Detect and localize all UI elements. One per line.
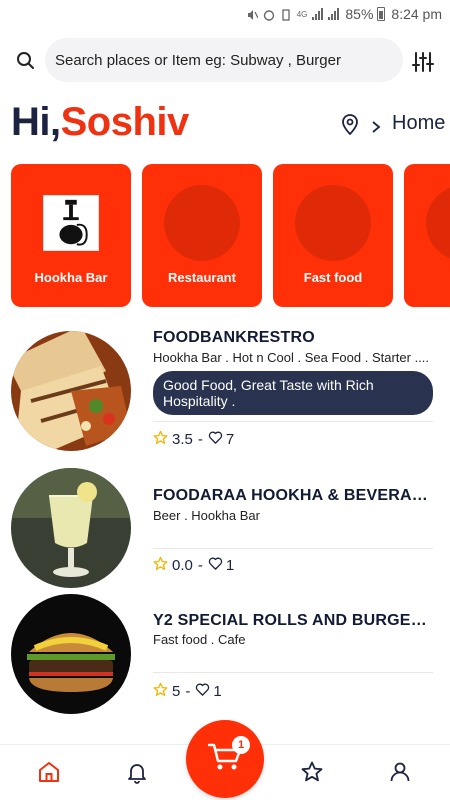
- bell-icon[interactable]: [125, 760, 149, 784]
- restaurant-name: Y2 SPECIAL ROLLS AND BURGER C...: [153, 612, 438, 629]
- category-label: Fast food: [303, 270, 363, 285]
- category-label: Hookha Bar: [34, 270, 108, 285]
- divider: [153, 421, 433, 422]
- profile-icon[interactable]: [388, 760, 412, 784]
- restaurant-categories: Beer . Hookha Bar: [153, 508, 260, 523]
- rating-value: 0.0: [172, 557, 193, 574]
- rating-value: 5: [172, 683, 181, 700]
- search-input[interactable]: Search places or Item eg: Subway , Burge…: [45, 38, 403, 82]
- category-card-restaurant[interactable]: Restaurant: [142, 164, 262, 307]
- chevron-right-icon: [370, 117, 382, 133]
- category-label: Restaurant: [168, 270, 236, 285]
- category-image: [295, 185, 371, 261]
- heart-icon[interactable]: [195, 682, 210, 701]
- location-label: Home: [392, 112, 446, 134]
- rating-separator: -: [185, 683, 191, 700]
- rating-value: 3.5: [172, 431, 193, 448]
- rating-separator: -: [197, 557, 203, 574]
- restaurant-photo-drink: [11, 468, 131, 588]
- star-nav-icon[interactable]: [300, 760, 324, 784]
- category-card-hookha-bar[interactable]: Hookha Bar: [11, 164, 131, 307]
- likes-count: 1: [213, 683, 222, 700]
- location-selector[interactable]: Home: [340, 112, 445, 135]
- divider: [153, 548, 433, 549]
- status-icons: 4G: [246, 8, 340, 21]
- home-icon[interactable]: [37, 760, 61, 784]
- star-icon: [153, 430, 168, 449]
- location-pin-icon: [340, 113, 360, 135]
- network-type: 4G: [296, 9, 308, 19]
- rating-row: 0.0 - 1: [153, 556, 234, 575]
- mute-icon: [246, 8, 259, 20]
- heart-icon[interactable]: [208, 430, 223, 449]
- signal-2-icon: [328, 8, 340, 20]
- category-card-fast-food[interactable]: Fast food: [273, 164, 393, 307]
- rating-row: 3.5 - 7: [153, 430, 234, 449]
- restaurant-name: FOODARAA HOOKHA & BEVERAGES: [153, 487, 438, 504]
- status-bar: 4G 85% 8:24 pm: [0, 0, 450, 28]
- category-image: [164, 185, 240, 261]
- greeting: Hi,Soshiv: [11, 100, 189, 145]
- restaurant-categories: Hookha Bar . Hot n Cool . Sea Food . Sta…: [153, 350, 430, 365]
- clock: 8:24 pm: [391, 6, 442, 22]
- star-icon: [153, 556, 168, 575]
- search-icon[interactable]: [14, 49, 38, 73]
- rating-row: 5 - 1: [153, 682, 222, 701]
- restaurant-photo-burger: [11, 594, 131, 714]
- cart-count-badge: 1: [232, 736, 250, 754]
- signal-icon: [312, 8, 324, 20]
- star-icon: [153, 682, 168, 701]
- category-card-more[interactable]: [404, 164, 450, 307]
- alarm-icon: [263, 8, 275, 21]
- likes-count: 7: [225, 431, 235, 448]
- battery-icon: [377, 7, 386, 21]
- likes-count: 1: [225, 557, 235, 574]
- greeting-hi: Hi,: [11, 100, 61, 144]
- restaurant-name: FOODBANKRESTRO: [153, 329, 315, 346]
- vibrate-icon: [280, 8, 292, 21]
- battery-percent: 85%: [345, 6, 374, 22]
- restaurant-tagline: Good Food, Great Taste with Rich Hospita…: [153, 371, 433, 415]
- divider: [153, 672, 433, 673]
- search-placeholder: Search places or Item eg: Subway , Burge…: [55, 51, 341, 69]
- heart-icon[interactable]: [208, 556, 223, 575]
- category-carousel[interactable]: Hookha Bar Restaurant Fast food: [11, 164, 450, 307]
- greeting-name: Soshiv: [60, 100, 190, 144]
- restaurant-photo-wraps: [11, 331, 131, 451]
- hookah-icon: [43, 195, 99, 251]
- cart-button[interactable]: [186, 720, 264, 798]
- filter-icon[interactable]: [412, 51, 434, 73]
- category-image: [426, 185, 450, 261]
- search-row: Search places or Item eg: Subway , Burge…: [0, 38, 450, 84]
- restaurant-categories: Fast food . Cafe: [153, 632, 246, 647]
- rating-separator: -: [197, 431, 203, 448]
